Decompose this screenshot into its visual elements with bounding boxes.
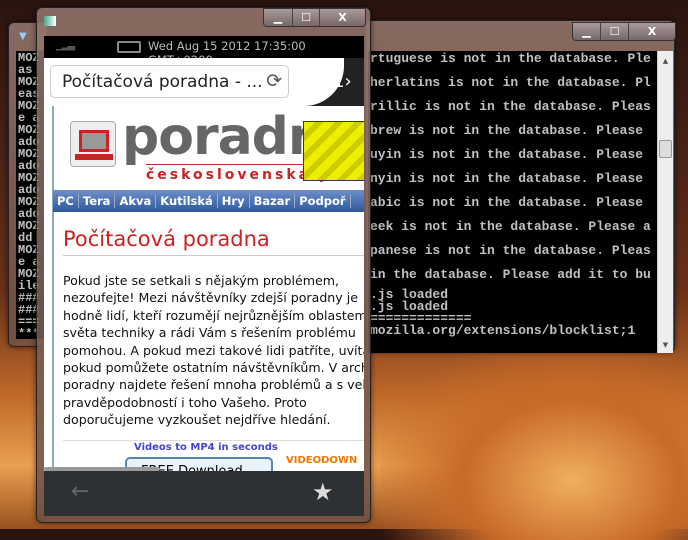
paragraph-line: hodně lidí, kteří rozumějí nejrůznějším … <box>63 307 364 323</box>
ad-brand: VIDEODOWN <box>284 455 360 467</box>
paragraph-line: nezoufejte! Mezi návštěvníky zdejší pora… <box>63 290 358 306</box>
status-bar: ▁▂▃ Wed Aug 15 2012 17:35:00 GMT+0200 <box>44 36 364 67</box>
console-scrollbar[interactable]: ▲ ▼ <box>657 51 673 353</box>
window-icon <box>44 16 56 26</box>
tabs-button[interactable]: 1› <box>333 71 352 92</box>
ad-title-link[interactable]: Videos to MP4 in seconds <box>134 442 278 453</box>
nav-link[interactable]: Podpoř <box>295 194 351 208</box>
right-console-output: rtuguese is not in the database. Ple herl… <box>368 51 658 353</box>
nav-link[interactable]: Bazar <box>250 194 296 208</box>
paragraph-line: poradny najdete řešení mnoha problémů a … <box>63 377 364 393</box>
url-bar[interactable]: Počítačová poradna - ... ⟳ <box>50 65 289 98</box>
console-line: uyin is not in the database. Please <box>370 147 644 162</box>
close-button[interactable]: X <box>629 23 675 40</box>
nav-link[interactable]: PC <box>53 194 79 208</box>
web-page: poradna. československá p PC Tera Akva Kuti… <box>44 106 364 471</box>
site-nav: PC Tera Akva Kutilská Hry Bazar Podpoř <box>53 190 364 212</box>
intro-paragraph: Pokud jste se setkali s nějakým probléme… <box>63 272 364 429</box>
console-line: panese is not in the database. Pleas <box>370 243 651 258</box>
mobile-browser-window[interactable]: ▁ ☐ X ▁▂▃ Wed Aug 15 2012 17:35:00 GMT+0… <box>36 7 371 523</box>
close-button[interactable]: X <box>320 9 365 26</box>
window-controls: ▁ ☐ X <box>263 8 366 27</box>
nav-link[interactable]: Akva <box>115 194 157 208</box>
paragraph-line: pomohou. A pokud mezi takové lidi patřít… <box>63 342 364 358</box>
scroll-thumb[interactable] <box>659 140 672 158</box>
desktop-wallpaper <box>380 340 688 540</box>
console-line: brew is not in the database. Please <box>370 123 644 138</box>
console-line: herlatins is not in the database. Pl <box>370 75 651 90</box>
battery-icon <box>117 41 141 53</box>
site-logo-icon <box>70 121 116 167</box>
scroll-down-arrow-icon[interactable]: ▼ <box>658 341 673 349</box>
console-line: mozilla.org/extensions/blocklist;1 <box>370 323 636 338</box>
page-title-in-urlbar: Počítačová poradna - ... <box>62 72 263 92</box>
app-icon: ▼ <box>19 31 27 42</box>
paragraph-line: Pokud jste se setkali s nějakým probléme… <box>63 273 340 288</box>
nav-link[interactable]: Tera <box>79 194 116 208</box>
console-line: in the database. Please add it to bu <box>370 267 651 282</box>
console-line: rtuguese is not in the database. Ple <box>370 51 651 66</box>
nav-link[interactable]: Hry <box>218 194 250 208</box>
signal-icon: ▁▂▃ <box>56 40 75 51</box>
paragraph-line: pokud pomůžete ostatním návštěvníkům. V … <box>63 360 364 376</box>
bookmark-star-icon[interactable]: ★ <box>312 478 334 506</box>
page-heading: Počítačová poradna <box>63 227 364 256</box>
minimize-button[interactable]: ▁ <box>264 9 293 26</box>
console-line: eek is not in the database. Please a <box>370 219 651 234</box>
paragraph-line: doporučujeme vyzkoušet nejdříve hledání. <box>63 412 331 428</box>
scroll-up-arrow-icon[interactable]: ▲ <box>658 57 673 65</box>
nav-link[interactable]: Kutilská <box>156 194 218 208</box>
minimize-button[interactable]: ▁ <box>573 23 601 40</box>
bottom-toolbar: ← ★ <box>44 471 364 516</box>
console-line: rillic is not in the database. Pleas <box>370 99 651 114</box>
console-line: nyin is not in the database. Please <box>370 171 644 186</box>
maximize-button[interactable]: ☐ <box>293 9 320 26</box>
right-console-window[interactable]: ▁ ☐ X rtuguese is not in the database. P… <box>365 20 676 353</box>
paragraph-line: pravděpodobností i toho Vašeho. Proto <box>63 394 307 410</box>
back-arrow-icon[interactable]: ← <box>71 479 89 504</box>
console-line: abic is not in the database. Please <box>370 195 644 210</box>
reload-icon[interactable]: ⟳ <box>266 70 282 92</box>
url-bar-area: Počítačová poradna - ... ⟳ 1› <box>44 58 364 106</box>
window-controls: ▁ ☐ X <box>572 22 676 41</box>
banner-ad[interactable] <box>303 121 364 181</box>
maximize-button[interactable]: ☐ <box>601 23 629 40</box>
paragraph-line: světa techniky a rádi Vám s řešením prob… <box>63 325 356 341</box>
